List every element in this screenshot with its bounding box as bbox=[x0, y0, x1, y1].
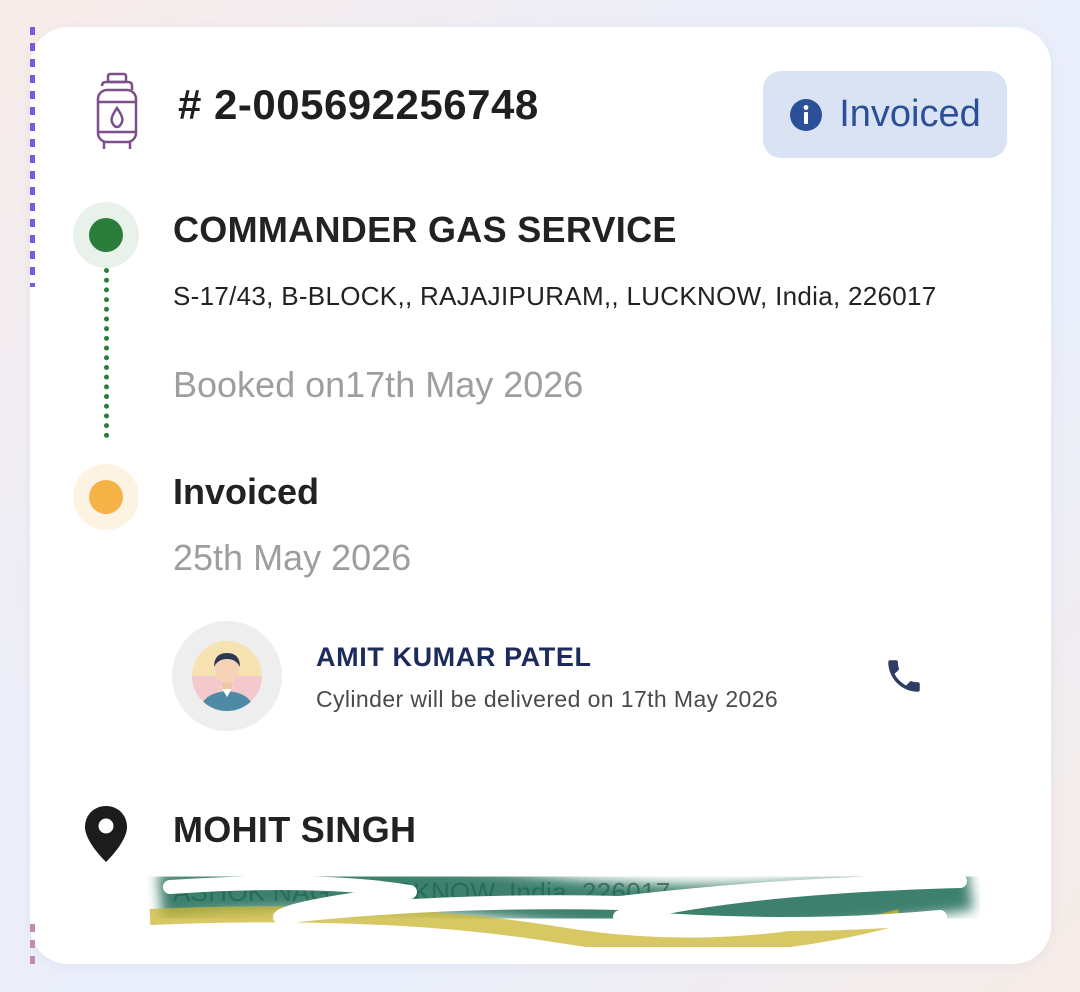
status-badge[interactable]: Invoiced bbox=[763, 71, 1007, 158]
distributor-name: COMMANDER GAS SERVICE bbox=[173, 209, 677, 250]
booked-date: Booked on17th May 2026 bbox=[173, 364, 584, 405]
timeline-connector-2 bbox=[30, 27, 35, 287]
info-icon bbox=[790, 98, 823, 131]
location-pin-icon bbox=[85, 806, 127, 862]
person-avatar-icon bbox=[192, 641, 262, 711]
customer-address: ASHOK NAG... LUCKNOW, India, 226017 bbox=[173, 877, 671, 907]
delivery-note: Cylinder will be delivered on 17th May 2… bbox=[316, 686, 779, 712]
step-invoiced-indicator bbox=[73, 464, 139, 530]
distributor-address: S-17/43, B-BLOCK,, RAJAJIPURAM,, LUCKNOW… bbox=[173, 281, 937, 311]
invoice-date: 25th May 2026 bbox=[173, 537, 412, 578]
customer-name: MOHIT SINGH bbox=[173, 809, 417, 850]
phone-icon[interactable] bbox=[883, 655, 925, 697]
order-card: # 2-005692256748 Invoiced COMMANDER GAS … bbox=[30, 27, 1051, 964]
timeline-connector-1 bbox=[104, 268, 109, 438]
invoice-step-title: Invoiced bbox=[173, 471, 320, 512]
delivery-agent-name: AMIT KUMAR PATEL bbox=[316, 642, 592, 672]
agent-avatar bbox=[172, 621, 282, 731]
status-badge-label: Invoiced bbox=[839, 93, 981, 135]
step-invoiced-dot bbox=[89, 480, 123, 514]
gas-cylinder-icon bbox=[96, 72, 138, 149]
step-booked-indicator bbox=[73, 202, 139, 268]
order-number: # 2-005692256748 bbox=[178, 81, 539, 128]
step-booked-dot bbox=[89, 218, 123, 252]
